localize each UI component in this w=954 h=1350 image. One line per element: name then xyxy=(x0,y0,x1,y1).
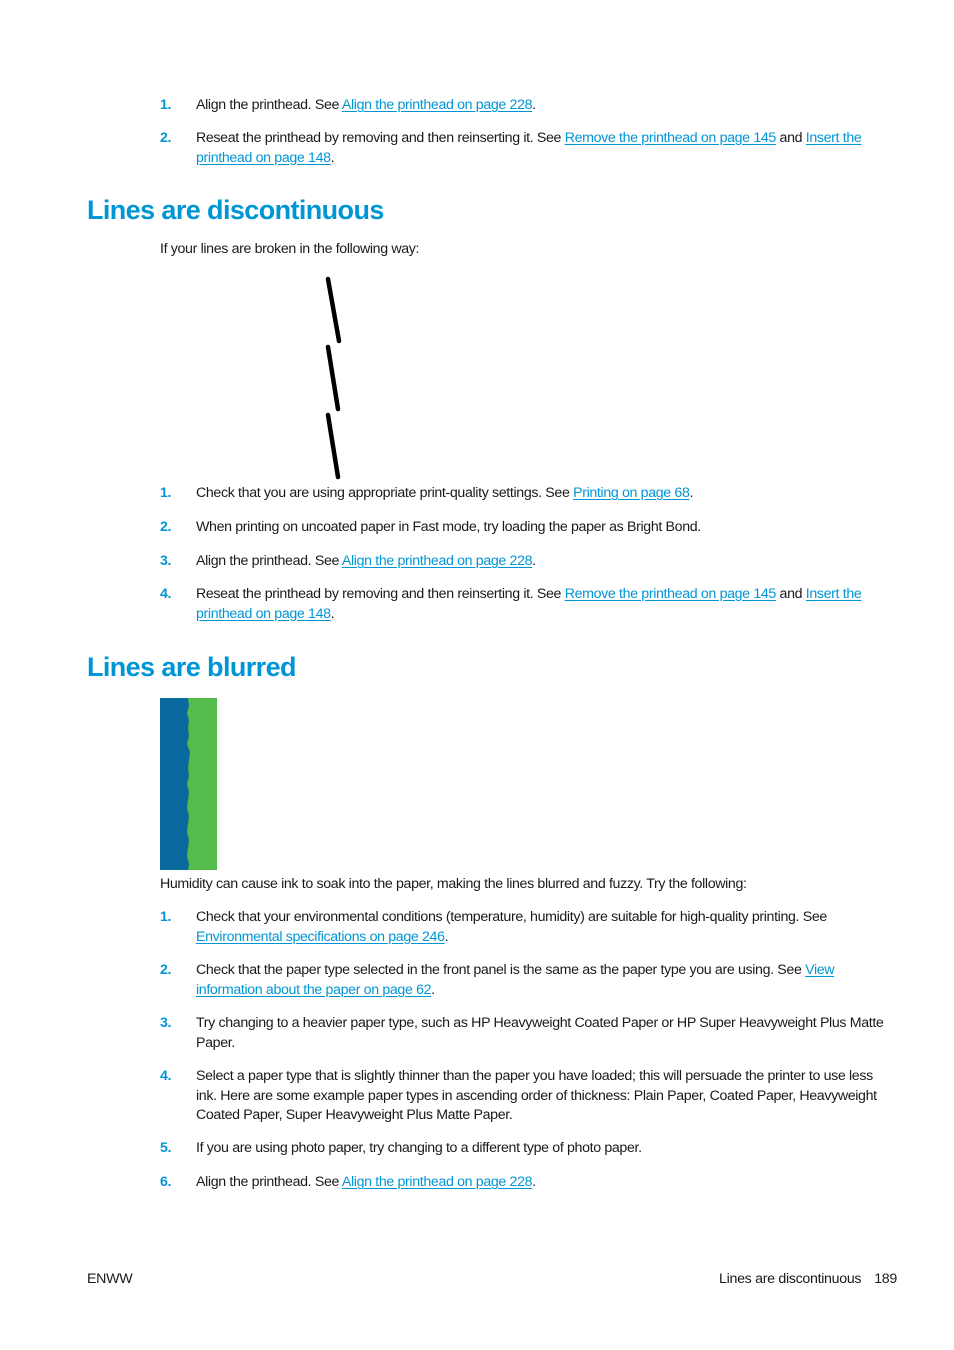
item-text: and xyxy=(775,130,806,146)
remove-printhead-link[interactable]: Remove the printhead on page 145 xyxy=(565,586,777,602)
item-text: Align the printhead. See xyxy=(196,553,342,569)
section-heading-blurred: Lines are blurred xyxy=(87,652,296,682)
item-text: Check that you are using appropriate pri… xyxy=(196,485,574,501)
punctuation: . xyxy=(532,553,536,569)
punctuation: . xyxy=(330,605,335,622)
section-intro: If your lines are broken in the followin… xyxy=(160,241,420,257)
punctuation: . xyxy=(444,928,449,945)
remove-printhead-link[interactable]: Remove the printhead on page 145 xyxy=(565,130,777,146)
section-heading-discontinuous: Lines are discontinuous xyxy=(87,195,384,225)
manual-page: 1. Align the printhead. See Align the pr… xyxy=(0,0,954,1350)
footer-left-label: ENWW xyxy=(87,1271,133,1287)
item-text: Check that your environmental conditions… xyxy=(196,909,827,925)
list-number: 3. xyxy=(160,1015,172,1031)
list-number: 1. xyxy=(160,97,172,113)
line-segment xyxy=(325,344,341,412)
punctuation: . xyxy=(330,149,335,166)
punctuation: . xyxy=(532,1174,536,1190)
align-printhead-link[interactable]: Align the printhead on page 228 xyxy=(342,97,533,113)
item-text: Select a paper type that is slightly thi… xyxy=(196,1068,877,1123)
list-number: 1. xyxy=(160,485,172,501)
footer-right: Lines are discontinuous 189 xyxy=(719,1271,897,1287)
footer-section-title: Lines are discontinuous xyxy=(719,1271,862,1287)
list-number: 2. xyxy=(160,519,172,535)
list-number: 3. xyxy=(160,553,172,569)
punctuation: . xyxy=(431,981,435,998)
list-number: 4. xyxy=(160,1068,172,1084)
item-text: Try changing to a heavier paper type, su… xyxy=(196,1015,884,1051)
blue-ink-band xyxy=(160,698,190,870)
item-text: Reseat the printhead by removing and the… xyxy=(196,130,565,146)
line-segment xyxy=(325,276,342,344)
item-text: Reseat the printhead by removing and the… xyxy=(196,586,565,602)
list-number: 5. xyxy=(160,1140,172,1156)
punctuation: . xyxy=(532,97,536,113)
item-text: Align the printhead. See xyxy=(196,97,342,113)
section-intro: Humidity can cause ink to soak into the … xyxy=(160,876,747,892)
item-text: Align the printhead. See xyxy=(196,1174,342,1190)
item-text: and xyxy=(775,586,806,602)
list-number: 2. xyxy=(160,130,172,146)
environmental-specs-link[interactable]: Environmental specifications on page 246 xyxy=(196,929,445,945)
punctuation: . xyxy=(689,485,694,501)
broken-line-illustration xyxy=(325,276,342,480)
printing-link[interactable]: Printing on page 68 xyxy=(573,485,690,501)
item-text: When printing on uncoated paper in Fast … xyxy=(196,519,701,535)
blurred-line-illustration xyxy=(160,698,217,870)
item-text: If you are using photo paper, try changi… xyxy=(196,1140,642,1156)
list-number: 4. xyxy=(160,586,172,602)
list-number: 2. xyxy=(160,962,172,978)
align-printhead-link[interactable]: Align the printhead on page 228 xyxy=(342,553,533,569)
page-number: 189 xyxy=(874,1271,897,1287)
align-printhead-link[interactable]: Align the printhead on page 228 xyxy=(342,1174,533,1190)
line-segment xyxy=(325,412,341,480)
list-number: 1. xyxy=(160,909,172,925)
item-text: Check that the paper type selected in th… xyxy=(196,962,806,978)
list-number: 6. xyxy=(160,1174,172,1190)
